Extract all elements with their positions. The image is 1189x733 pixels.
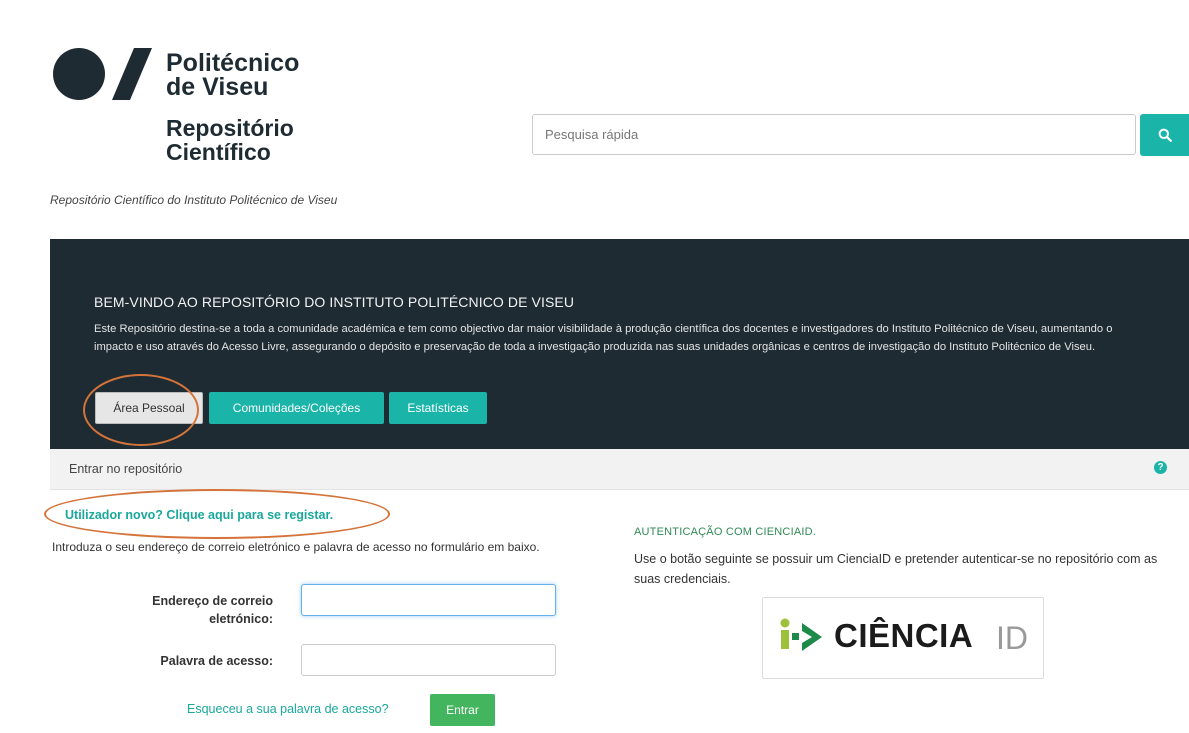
password-field[interactable] <box>301 644 556 676</box>
cienciaid-description: Use o botão seguinte se possuir um Cienc… <box>634 552 1158 586</box>
search-button[interactable] <box>1140 114 1189 156</box>
logo-circle-mark <box>53 48 105 100</box>
cienciaid-logo-word: CIÊNCIA <box>834 617 974 654</box>
login-header-title: Entrar no repositório <box>69 462 183 476</box>
cienciaid-title: AUTENTICAÇÃO COM CIENCIAID. <box>634 526 817 538</box>
communities-collections-button[interactable]: Comunidades/Coleções <box>209 392 384 424</box>
cienciaid-logo-icon <box>780 618 822 651</box>
statistics-button[interactable]: Estatísticas <box>389 392 487 424</box>
login-header-strip <box>50 449 1189 490</box>
register-link[interactable]: Utilizador novo? Clique aqui para se reg… <box>65 508 333 522</box>
login-instructions: Introduza o seu endereço de correio elet… <box>52 540 540 554</box>
site-subtitle: Repositório Científico do Instituto Poli… <box>50 193 338 207</box>
email-label: Endereço de correio eletrónico: <box>152 594 273 626</box>
logo-title-line3: Repositório <box>166 115 294 141</box>
logo-title-line1: Politécnico <box>166 49 300 77</box>
personal-area-button[interactable]: Área Pessoal <box>95 392 203 424</box>
forgot-password-link[interactable]: Esqueceu a sua palavra de acesso? <box>187 702 389 716</box>
search-input[interactable] <box>532 114 1136 155</box>
search-icon <box>1158 128 1172 142</box>
banner-description: Este Repositório destina-se a toda a com… <box>94 323 1113 353</box>
logo-slash-mark <box>112 48 152 100</box>
logo-title-line4: Científico <box>166 139 271 165</box>
banner-title: BEM-VINDO AO REPOSITÓRIO DO INSTITUTO PO… <box>94 294 575 310</box>
password-label: Palavra de acesso: <box>160 654 273 668</box>
login-submit-button[interactable]: Entrar <box>430 694 495 726</box>
help-icon[interactable]: ? <box>1154 461 1167 474</box>
logo-title-line2: de Viseu <box>166 73 269 101</box>
email-field[interactable] <box>301 584 556 616</box>
cienciaid-logo-suffix: ID <box>996 620 1028 656</box>
